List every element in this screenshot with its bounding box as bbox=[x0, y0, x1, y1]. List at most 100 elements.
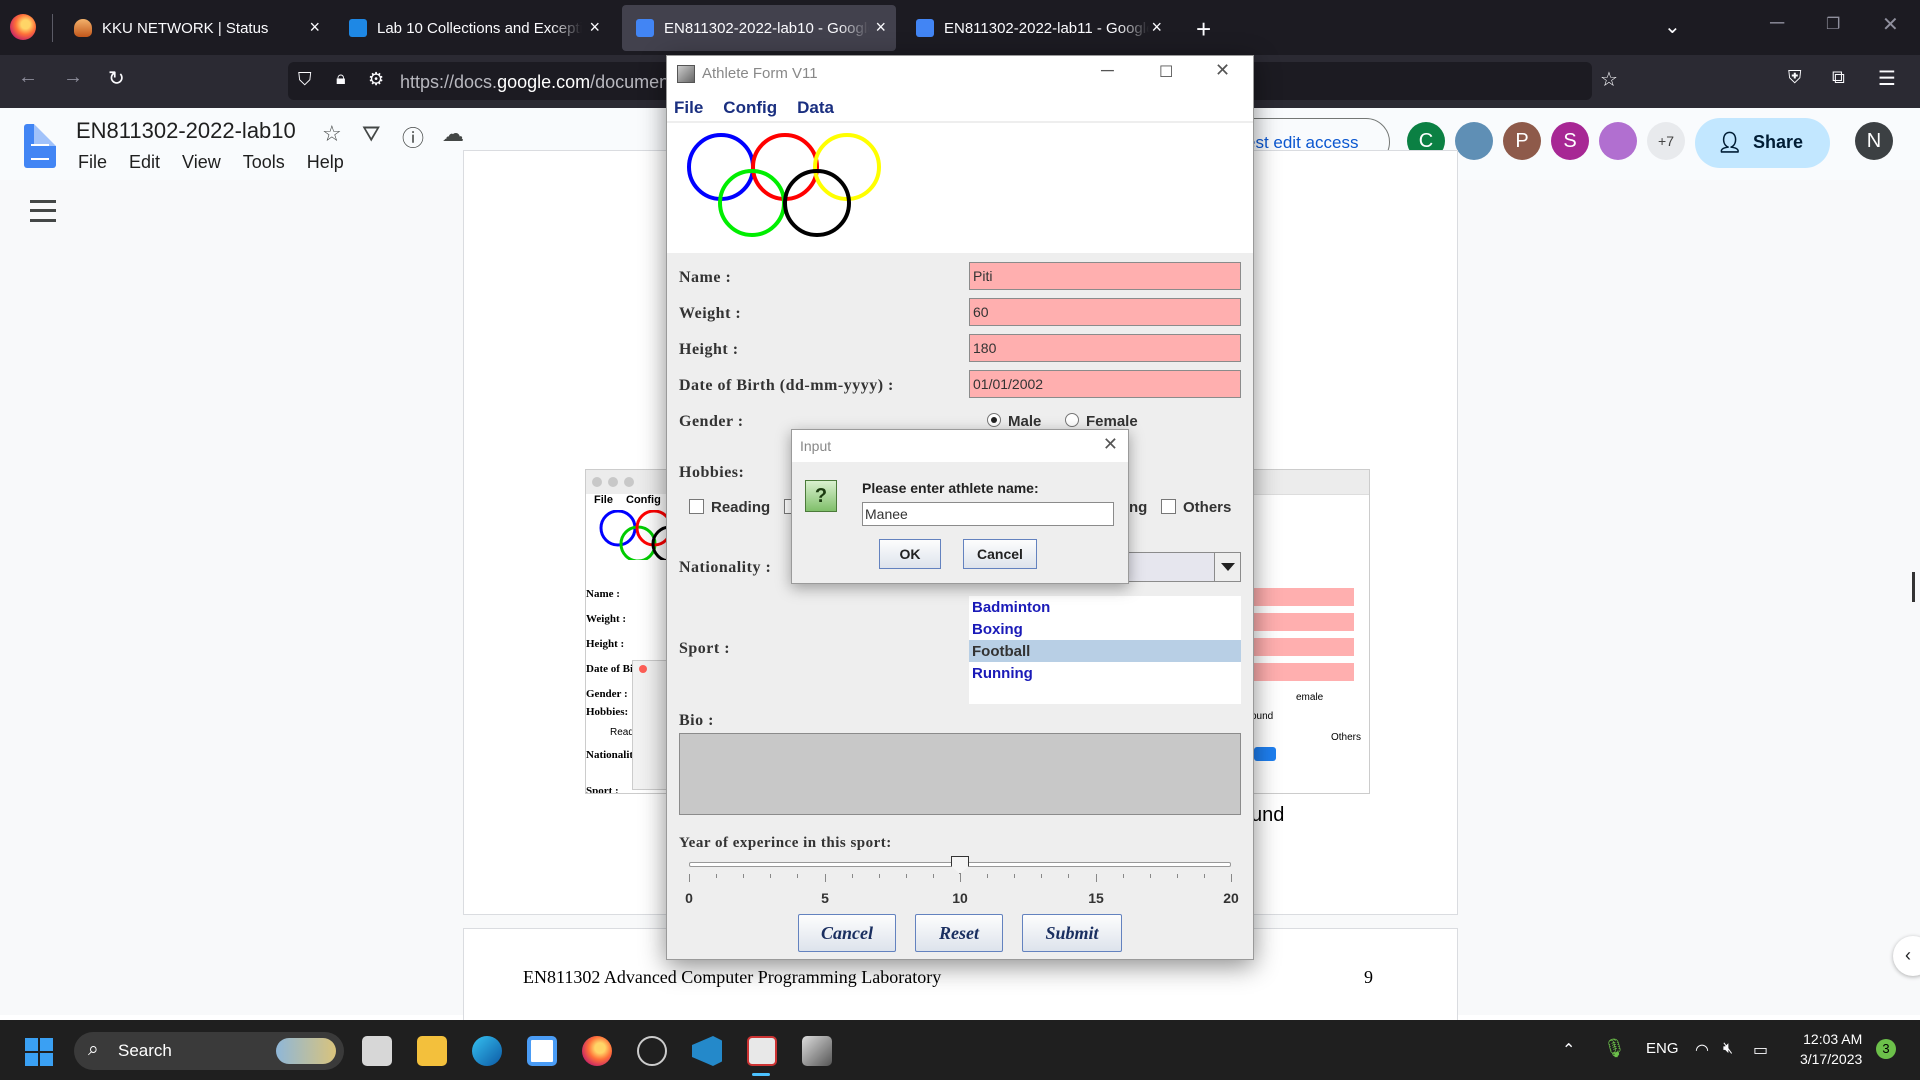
close-tab-icon[interactable]: × bbox=[309, 17, 320, 38]
others-checkbox[interactable] bbox=[1161, 499, 1176, 514]
female-radio[interactable] bbox=[1065, 413, 1079, 427]
avatar[interactable] bbox=[1599, 122, 1637, 160]
menu-tools[interactable]: Tools bbox=[243, 152, 285, 173]
tab-lab11-doc[interactable]: EN811302-2022-lab11 - Google × bbox=[902, 5, 1172, 51]
microphone-icon[interactable]: 🎙︎ bbox=[1603, 1038, 1626, 1059]
weight-field[interactable]: 60 bbox=[969, 298, 1241, 326]
move-to-drive-icon[interactable]: ⛛ bbox=[362, 121, 380, 147]
system-clock[interactable]: 12:03 AM 3/17/2023 bbox=[1800, 1031, 1862, 1067]
back-icon[interactable]: ← bbox=[18, 66, 38, 89]
menu-file[interactable]: File bbox=[78, 152, 107, 173]
height-field[interactable]: 180 bbox=[969, 334, 1241, 362]
java-window-icon[interactable] bbox=[802, 1036, 832, 1066]
avatar[interactable] bbox=[1455, 122, 1493, 160]
experience-slider-thumb[interactable] bbox=[951, 856, 969, 874]
others-label[interactable]: Others bbox=[1183, 499, 1231, 516]
close-tab-icon[interactable]: × bbox=[589, 17, 600, 38]
obs-icon[interactable] bbox=[637, 1036, 667, 1066]
menu-edit[interactable]: Edit bbox=[129, 152, 160, 173]
tab-lab10-doc[interactable]: EN811302-2022-lab10 - Google × bbox=[622, 5, 896, 51]
extensions-icon[interactable]: ⧉ bbox=[1832, 67, 1845, 88]
firefox-icon[interactable] bbox=[582, 1036, 612, 1066]
tab-lab10-classroom[interactable]: Lab 10 Collections and Exceptio × bbox=[335, 5, 610, 51]
url-text[interactable]: https://docs.google.com/documen bbox=[400, 72, 669, 93]
outline-list-icon[interactable] bbox=[30, 200, 56, 222]
list-item[interactable]: Boxing bbox=[969, 618, 1241, 640]
avatar[interactable]: P bbox=[1503, 122, 1541, 160]
reload-icon[interactable]: ↻ bbox=[108, 66, 125, 91]
cancel-button[interactable]: Cancel bbox=[963, 539, 1037, 569]
bookmark-star-icon[interactable]: ☆ bbox=[1600, 67, 1618, 92]
ok-button[interactable]: OK bbox=[879, 539, 941, 569]
google-docs-logo-icon[interactable] bbox=[24, 124, 56, 168]
wifi-icon[interactable]: ◠ bbox=[1695, 1040, 1709, 1060]
menu-view[interactable]: View bbox=[182, 152, 221, 173]
more-collaborators-badge[interactable]: +7 bbox=[1647, 122, 1685, 160]
minimize-window-icon[interactable]: ─ bbox=[1101, 60, 1114, 81]
list-item[interactable]: Badminton bbox=[969, 596, 1241, 618]
close-window-icon[interactable]: ✕ bbox=[1882, 12, 1899, 37]
athlete-form-title-bar[interactable]: Athlete Form V11 ─ ☐ ✕ bbox=[667, 56, 1253, 91]
tab-list-chevron-icon[interactable]: ⌄ bbox=[1664, 14, 1681, 39]
star-icon[interactable]: ☆ bbox=[322, 121, 342, 147]
menu-help[interactable]: Help bbox=[307, 152, 344, 173]
cancel-button[interactable]: Cancel bbox=[798, 914, 896, 952]
java-app-icon[interactable] bbox=[747, 1036, 777, 1066]
male-label[interactable]: Male bbox=[1008, 413, 1041, 430]
close-icon[interactable]: ✕ bbox=[1103, 434, 1118, 455]
share-button[interactable]: 👤︎ Share bbox=[1695, 118, 1830, 168]
nationality-combobox[interactable] bbox=[1127, 552, 1241, 582]
volume-muted-icon[interactable]: 🔇︎ bbox=[1723, 1040, 1733, 1058]
reading-checkbox[interactable] bbox=[689, 499, 704, 514]
athlete-name-input[interactable]: Manee bbox=[862, 502, 1114, 526]
task-view-icon[interactable] bbox=[362, 1036, 392, 1066]
input-language[interactable]: ENG bbox=[1646, 1040, 1679, 1057]
cloud-saved-icon[interactable]: ☁ bbox=[442, 121, 464, 147]
dialog-title-bar[interactable]: Input ✕ bbox=[792, 430, 1128, 462]
menu-config[interactable]: Config bbox=[723, 98, 777, 121]
chevron-down-icon[interactable] bbox=[1214, 553, 1240, 581]
forward-icon[interactable]: → bbox=[63, 66, 83, 89]
scrollbar-thumb[interactable] bbox=[1912, 572, 1915, 602]
new-tab-icon[interactable]: + bbox=[1196, 14, 1211, 45]
submit-button[interactable]: Submit bbox=[1022, 914, 1122, 952]
notification-badge[interactable]: 3 bbox=[1876, 1039, 1896, 1059]
lock-icon[interactable]: 🔒︎ bbox=[336, 68, 346, 89]
menu-data[interactable]: Data bbox=[797, 98, 834, 121]
sport-list[interactable]: Badminton Boxing Football Running bbox=[969, 596, 1241, 704]
edge-icon[interactable] bbox=[472, 1036, 502, 1066]
reading-label[interactable]: Reading bbox=[711, 499, 770, 516]
close-tab-icon[interactable]: × bbox=[1151, 17, 1162, 38]
name-field[interactable]: Piti bbox=[969, 262, 1241, 290]
female-label[interactable]: Female bbox=[1086, 413, 1138, 430]
dob-field[interactable]: 01/01/2002 bbox=[969, 370, 1241, 398]
reset-button[interactable]: Reset bbox=[915, 914, 1003, 952]
shield-icon[interactable]: ⛉ bbox=[298, 69, 312, 90]
minimize-window-icon[interactable]: ─ bbox=[1770, 12, 1784, 35]
microsoft-store-icon[interactable] bbox=[527, 1036, 557, 1066]
file-explorer-icon[interactable] bbox=[417, 1036, 447, 1066]
avatar[interactable]: S bbox=[1551, 122, 1589, 160]
account-avatar[interactable]: N bbox=[1855, 122, 1893, 160]
maximize-window-icon[interactable]: ☐ bbox=[1159, 62, 1173, 82]
close-tab-icon[interactable]: × bbox=[875, 17, 886, 38]
pocket-icon[interactable]: ⛨ bbox=[1788, 67, 1802, 88]
male-radio[interactable] bbox=[987, 413, 1001, 427]
document-title[interactable]: EN811302-2022-lab10 bbox=[76, 118, 296, 144]
windows-start-icon[interactable] bbox=[25, 1038, 53, 1066]
chevron-up-icon[interactable]: ⌃ bbox=[1562, 1040, 1575, 1060]
menu-hamburger-icon[interactable]: ☰ bbox=[1878, 66, 1896, 91]
bio-textarea[interactable] bbox=[679, 733, 1241, 815]
list-item-selected[interactable]: Football bbox=[969, 640, 1241, 662]
taskbar-search-box[interactable]: ⌕ Search bbox=[74, 1032, 344, 1070]
restore-window-icon[interactable]: ❐ bbox=[1826, 14, 1840, 34]
tab-kku-network[interactable]: KKU NETWORK | Status × bbox=[60, 5, 330, 51]
close-window-icon[interactable]: ✕ bbox=[1215, 60, 1230, 81]
permissions-icon[interactable]: ⚙ bbox=[368, 69, 384, 90]
firefox-logo-icon[interactable] bbox=[10, 14, 36, 40]
info-icon[interactable]: ⓘ bbox=[402, 121, 424, 153]
hobby-label-fragment[interactable]: ng bbox=[1129, 499, 1147, 516]
menu-file[interactable]: File bbox=[674, 98, 703, 121]
battery-icon[interactable]: ▭ bbox=[1753, 1040, 1768, 1060]
list-item[interactable]: Running bbox=[969, 662, 1241, 684]
